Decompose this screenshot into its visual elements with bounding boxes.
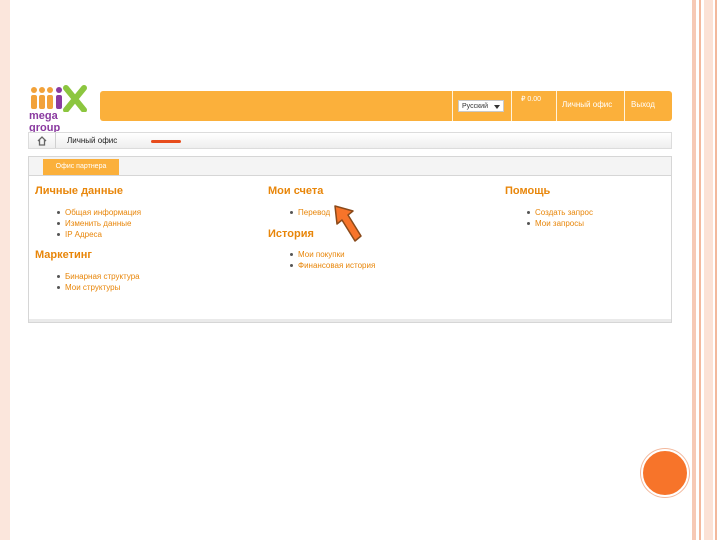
link-general-info[interactable]: Общая информация	[55, 207, 141, 218]
link-my-purchases[interactable]: Мои покупки	[288, 249, 375, 260]
link-binary-structure[interactable]: Бинарная структура	[55, 271, 140, 282]
history-links: Мои покупки Финансовая история	[288, 249, 375, 271]
slide-decor-circle	[641, 449, 689, 497]
logo-graphic	[31, 85, 87, 113]
link-edit-data[interactable]: Изменить данные	[55, 218, 141, 229]
slide-left-border	[0, 0, 10, 540]
top-bar: Русский ₽ 0.00 Личный офис Выход	[100, 91, 672, 121]
link-my-requests[interactable]: Мои запросы	[525, 218, 593, 229]
link-transfer[interactable]: Перевод	[288, 207, 330, 218]
section-marketing-title: Маркетинг	[35, 249, 92, 261]
section-accounts-title: Мои счета	[268, 185, 324, 197]
marketing-links: Бинарная структура Мои структуры	[55, 271, 140, 293]
link-create-request[interactable]: Создать запрос	[525, 207, 593, 218]
tab-bar: Офис партнера	[29, 157, 671, 176]
section-help-title: Помощь	[505, 185, 551, 197]
logo-subtitle: mega group	[29, 110, 61, 134]
language-select[interactable]: Русский	[458, 100, 504, 112]
help-links: Создать запрос Мои запросы	[525, 207, 593, 229]
chevron-down-icon	[494, 105, 500, 109]
logout-link[interactable]: Выход	[631, 100, 655, 109]
section-history-title: История	[268, 228, 314, 240]
link-ip-addresses[interactable]: IP Адреса	[55, 229, 141, 240]
redaction-mark	[151, 140, 181, 143]
slide-right-border	[690, 0, 720, 540]
mix-logo[interactable]: mega group	[28, 84, 88, 134]
personal-links: Общая информация Изменить данные IP Адре…	[55, 207, 141, 240]
balance-display: ₽ 0.00	[521, 96, 542, 103]
tab-partner-office[interactable]: Офис партнера	[43, 159, 119, 175]
language-value: Русский	[462, 103, 488, 110]
home-icon[interactable]	[37, 136, 47, 146]
link-my-structures[interactable]: Мои структуры	[55, 282, 140, 293]
accounts-links: Перевод	[288, 207, 330, 218]
section-personal-title: Личные данные	[35, 185, 123, 197]
breadcrumb: Личный офис	[28, 132, 672, 149]
office-link[interactable]: Личный офис	[562, 100, 612, 109]
breadcrumb-current: Личный офис	[67, 136, 118, 145]
panel-footer-bar	[29, 319, 671, 322]
link-financial-history[interactable]: Финансовая история	[288, 260, 375, 271]
annotation-arrow-icon	[334, 205, 362, 242]
